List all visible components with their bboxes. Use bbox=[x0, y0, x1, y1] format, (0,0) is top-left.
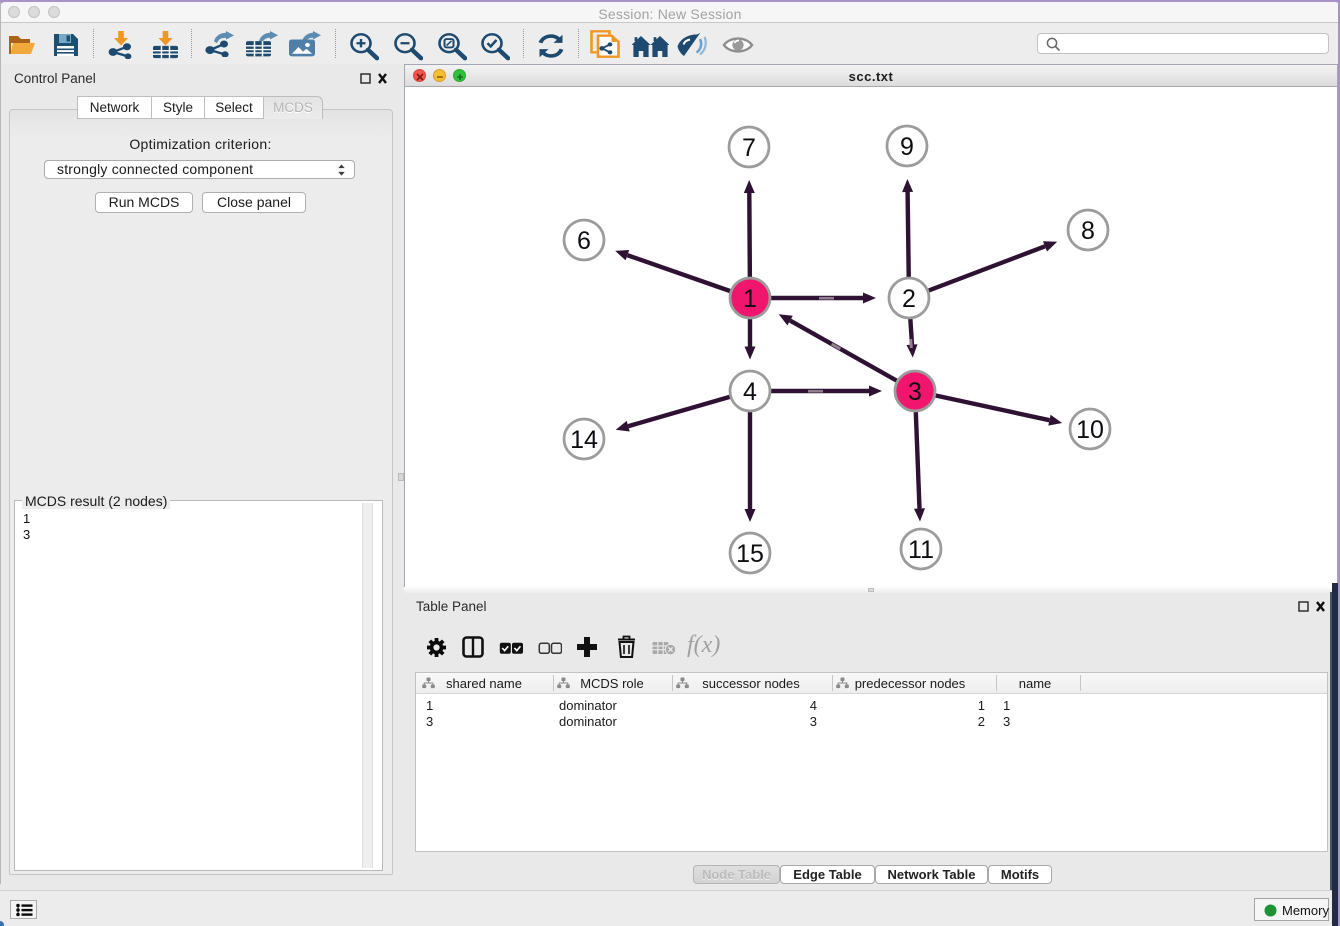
svg-text:7: 7 bbox=[742, 134, 756, 162]
svg-text:1: 1 bbox=[743, 285, 757, 313]
svg-text:9: 9 bbox=[900, 133, 914, 161]
svg-text:14: 14 bbox=[570, 426, 598, 454]
svg-text:6: 6 bbox=[577, 227, 591, 255]
svg-text:4: 4 bbox=[743, 378, 757, 406]
svg-text:8: 8 bbox=[1081, 217, 1095, 245]
svg-text:10: 10 bbox=[1076, 416, 1104, 444]
svg-text:11: 11 bbox=[908, 536, 934, 564]
svg-text:2: 2 bbox=[902, 285, 916, 313]
svg-text:15: 15 bbox=[736, 540, 764, 568]
svg-text:3: 3 bbox=[908, 378, 922, 406]
